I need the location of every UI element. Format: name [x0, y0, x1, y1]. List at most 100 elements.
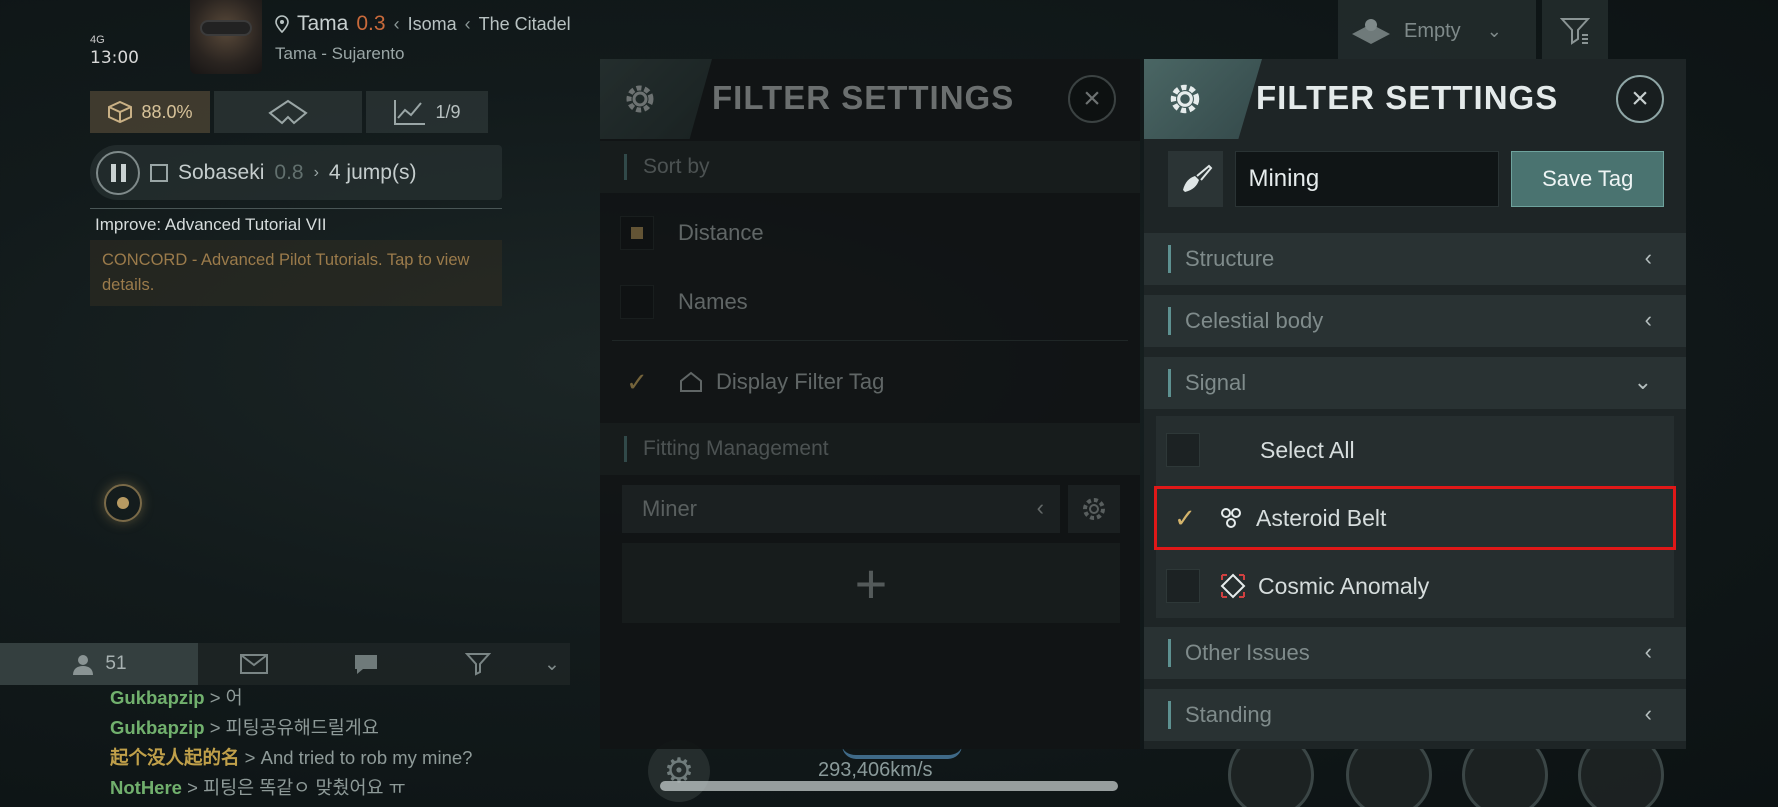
filter-tag-input[interactable] — [1235, 151, 1500, 207]
option-label: Distance — [678, 220, 764, 245]
close-button[interactable]: × — [1068, 75, 1116, 123]
category-signal[interactable]: Signal ⌄ — [1144, 357, 1686, 409]
filter-settings-button[interactable] — [1542, 0, 1608, 62]
sub-location: Tama - Sujarento — [275, 44, 405, 63]
section-label: Sort by — [643, 155, 710, 178]
edit-tag-button[interactable] — [1168, 151, 1224, 207]
stats-value: 1/9 — [435, 101, 461, 122]
signal-list: Select All ✓ Asteroid Belt Cosmic Anomal… — [1154, 416, 1676, 618]
signal-label: Select All — [1260, 436, 1355, 463]
chat-bubble-icon — [355, 655, 377, 674]
add-fitting-button[interactable]: + — [622, 543, 1120, 623]
display-filter-tag-option[interactable]: ✓ Display Filter Tag — [620, 351, 1120, 413]
chevron-left-icon: ‹ — [1644, 639, 1652, 664]
chat-text: 피팅공유해드릴게요 — [225, 717, 379, 738]
chat-sender[interactable]: NotHere — [110, 777, 182, 798]
ship-button[interactable] — [214, 91, 362, 133]
pilot-portrait[interactable] — [190, 0, 262, 74]
panel-header: FILTER SETTINGS × — [1144, 59, 1686, 139]
panel-title: FILTER SETTINGS — [1256, 79, 1559, 116]
ship-status-row: 88.0% 1/9 — [90, 91, 488, 133]
category-standing[interactable]: Standing ‹ — [1144, 689, 1686, 741]
settings-gear-icon[interactable]: ⚙ — [648, 740, 710, 802]
chevron-left-icon: ‹ — [1644, 307, 1652, 332]
category-label: Signal — [1185, 370, 1247, 395]
jump-count: 4 jump(s) — [328, 160, 417, 184]
category-structure[interactable]: Structure ‹ — [1144, 233, 1686, 285]
radio-checkbox[interactable] — [620, 216, 654, 250]
checkbox[interactable] — [1166, 569, 1200, 603]
category-label: Other Issues — [1185, 640, 1310, 665]
chat-sender[interactable]: Gukbapzip — [110, 717, 205, 738]
gear-icon — [1083, 498, 1105, 520]
signal-cosmic-anomaly[interactable]: Cosmic Anomaly — [1156, 556, 1674, 616]
cargo-box-icon — [108, 100, 133, 124]
constellation-name: Isoma — [407, 13, 457, 34]
checkmark-icon: ✓ — [626, 366, 648, 397]
chat-line: NotHere > 피팅은 똑같ㅇ 맞췄어요 ㅠ — [110, 777, 406, 798]
category-celestial-body[interactable]: Celestial body ‹ — [1144, 295, 1686, 347]
user-icon — [73, 655, 94, 675]
checkmark-icon: ✓ — [1174, 502, 1196, 533]
chat-text: And tried to rob my mine? — [260, 747, 473, 768]
signal-asteroid-belt[interactable]: ✓ Asteroid Belt — [1154, 486, 1676, 550]
region-name: The Citadel — [478, 13, 571, 34]
chat-members-tab[interactable]: 51 — [0, 643, 198, 685]
panel-header-tab — [1144, 59, 1262, 139]
mail-icon — [240, 654, 268, 674]
destination-name: Sobaseki — [178, 160, 265, 184]
filter-settings-panel-background: FILTER SETTINGS × Sort by Distance Names… — [600, 59, 1140, 749]
asteroid-icon — [1218, 505, 1244, 531]
radio-checkbox[interactable] — [620, 285, 654, 319]
signal-select-all[interactable]: Select All — [1156, 420, 1674, 480]
filter-icon — [1560, 18, 1590, 45]
line-chart-icon — [394, 100, 426, 125]
fitting-settings-button[interactable] — [1068, 485, 1120, 533]
chat-text: 어 — [225, 687, 243, 708]
overview-tag-dropdown[interactable]: Empty ⌄ — [1338, 0, 1536, 62]
close-icon: × — [1083, 82, 1101, 115]
pause-button[interactable] — [96, 150, 140, 195]
chat-filter-tab[interactable] — [422, 643, 534, 685]
sort-option-distance[interactable]: Distance — [620, 202, 1120, 264]
chevron-left-icon: ‹ — [1644, 245, 1652, 270]
mission-tracker[interactable]: Improve: Advanced Tutorial VII CONCORD -… — [90, 208, 502, 308]
filter-icon — [465, 653, 491, 676]
clock: 13:00 — [90, 48, 139, 68]
chevron-left-icon: ‹ — [393, 13, 400, 34]
chat-text: 피팅은 똑같ㅇ 맞췄어요 ㅠ — [203, 777, 406, 798]
fitting-select[interactable]: Miner ‹ — [622, 485, 1060, 533]
map-layer-icon — [1352, 19, 1390, 44]
fitting-value: Miner — [642, 496, 698, 521]
cargo-button[interactable]: 88.0% — [90, 91, 210, 133]
sort-option-names[interactable]: Names — [620, 271, 1120, 333]
location-pin-icon — [275, 15, 289, 33]
cargo-percent: 88.0% — [141, 101, 193, 122]
chat-collapse-button[interactable]: ⌄ — [534, 643, 570, 685]
category-label: Standing — [1185, 702, 1272, 727]
chevron-left-icon: ‹ — [464, 13, 471, 34]
system-name: Tama — [297, 12, 349, 35]
checkbox[interactable] — [1166, 433, 1200, 467]
chat-sender[interactable]: Gukbapzip — [110, 687, 205, 708]
mail-tab[interactable] — [198, 643, 310, 685]
chat-sender[interactable]: 起个没人起的名 — [110, 747, 240, 768]
save-tag-button[interactable]: Save Tag — [1511, 151, 1664, 207]
destination-marker-icon — [150, 163, 168, 182]
ship-icon — [268, 99, 308, 125]
mission-description: CONCORD - Advanced Pilot Tutorials. Tap … — [90, 240, 502, 306]
category-other-issues[interactable]: Other Issues ‹ — [1144, 627, 1686, 679]
autopilot-route[interactable]: Sobaseki 0.8 › 4 jump(s) — [90, 145, 502, 200]
plus-icon: + — [854, 551, 888, 615]
option-label: Names — [678, 289, 748, 314]
chevron-down-icon: ⌄ — [1633, 369, 1652, 394]
location-breadcrumb[interactable]: Tama 0.3 ‹ Isoma ‹ The Citadel — [275, 12, 571, 36]
stats-button[interactable]: 1/9 — [366, 91, 488, 133]
gear-icon — [1170, 84, 1200, 114]
chat-bubble-tab[interactable] — [310, 643, 422, 685]
warp-beacon-icon[interactable] — [104, 484, 142, 522]
close-icon: × — [1631, 82, 1649, 115]
member-count: 51 — [105, 653, 127, 674]
signal-label: Asteroid Belt — [1256, 504, 1387, 531]
close-button[interactable]: × — [1616, 75, 1664, 123]
